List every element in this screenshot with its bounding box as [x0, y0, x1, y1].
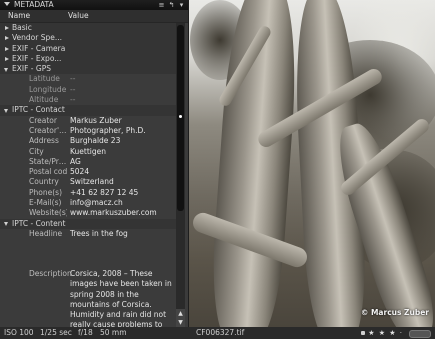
group-label: IPTC - Contact [12, 105, 65, 115]
expand-triangle-icon[interactable] [5, 26, 9, 30]
field-headline[interactable]: Headline Trees in the fog [0, 229, 176, 239]
field-description[interactable]: Description Corsica, 2008 – These images… [0, 269, 176, 327]
field-latitude[interactable]: Latitude -- [0, 74, 176, 84]
field-key: Website(s) [29, 208, 67, 218]
field-key: Description [29, 269, 72, 278]
group-label: Basic [12, 23, 32, 32]
field-value[interactable]: Markus Zuber [70, 116, 122, 126]
field-city[interactable]: City Kuettigen [0, 147, 176, 157]
field-key: City [29, 146, 44, 156]
field-website[interactable]: Website(s) www.markuszuber.com [0, 208, 176, 218]
group-exif-exposure[interactable]: EXIF - Expo... [0, 53, 176, 65]
field-key: State/Pro... [29, 156, 67, 166]
filename: CF006327.tif [196, 328, 245, 337]
group-iptc-content[interactable]: IPTC - Content [0, 218, 176, 229]
field-key: Phone(s) [29, 187, 62, 197]
expand-triangle-icon[interactable] [5, 46, 9, 51]
star-rating[interactable]: ★ ★ ★ · [368, 327, 403, 339]
column-value-header[interactable]: Value [68, 10, 89, 22]
field-creator-title[interactable]: Creator's... Photographer, Ph.D. [0, 126, 176, 136]
field-value[interactable]: Switzerland [70, 177, 114, 187]
arrow-icon[interactable]: ↰ [168, 1, 175, 9]
collapse-triangle-icon[interactable] [4, 222, 8, 227]
group-iptc-contact[interactable]: IPTC - Contact [0, 105, 176, 116]
color-tag[interactable] [409, 330, 431, 338]
field-value[interactable]: Photographer, Ph.D. [70, 126, 146, 136]
photo-watermark: © Marcus Zuber [360, 308, 429, 317]
expand-triangle-icon[interactable] [5, 56, 9, 61]
field-key: E-Mail(s) [29, 198, 62, 208]
status-bar: ISO 100 1/25 sec f/18 50 mm CF006327.tif… [0, 327, 435, 339]
field-value[interactable]: Burghalde 23 [70, 136, 120, 146]
field-value[interactable]: Kuettigen [70, 147, 106, 157]
focal-length-value: 50 mm [100, 328, 127, 337]
field-value[interactable]: -- [70, 74, 75, 84]
field-key: Altitude [29, 95, 59, 105]
metadata-tree: Basic Vendor Spe... EXIF - Camera EXIF -… [0, 23, 176, 327]
field-phone[interactable]: Phone(s) +41 62 827 12 45 [0, 188, 176, 198]
iso-value: ISO 100 [4, 328, 34, 337]
metadata-panel: METADATA ≡ ↰ ▾ Name Value Basic Vendor S… [0, 0, 189, 327]
menu-icon[interactable]: ≡ [158, 1, 165, 9]
rating-indicator [361, 331, 365, 335]
group-label: EXIF - Camera [12, 43, 66, 53]
field-key: Address [29, 136, 59, 146]
chevron-down-icon[interactable]: ▾ [178, 1, 185, 9]
field-creator[interactable]: Creator Markus Zuber [0, 116, 176, 126]
group-basic[interactable]: Basic [0, 23, 176, 34]
scroll-down-arrow-icon[interactable]: ▼ [176, 318, 185, 327]
column-name-header[interactable]: Name [8, 10, 30, 22]
field-value[interactable]: 5024 [70, 167, 89, 177]
scroll-up-arrow-icon[interactable]: ▲ [176, 309, 185, 318]
field-value[interactable]: -- [70, 95, 75, 105]
field-key: Latitude [29, 74, 60, 84]
field-key: Longitude [29, 84, 67, 94]
group-vendor[interactable]: Vendor Spe... [0, 33, 176, 44]
scroll-thumb[interactable] [177, 25, 184, 211]
field-postal-code[interactable]: Postal code5024 [0, 167, 176, 177]
field-state[interactable]: State/Pro... AG [0, 157, 176, 167]
field-email[interactable]: E-Mail(s) info@macz.ch [0, 198, 176, 208]
field-value[interactable]: www.markuszuber.com [70, 208, 157, 218]
field-value[interactable]: -- [70, 85, 75, 95]
scrollbar[interactable]: ▲ ▼ [176, 23, 185, 327]
group-label: EXIF - GPS [12, 64, 51, 74]
field-key: Creator [29, 115, 57, 125]
expand-triangle-icon[interactable] [5, 36, 9, 41]
field-value[interactable]: AG [70, 157, 81, 167]
field-key: Country [29, 177, 59, 187]
group-exif-camera[interactable]: EXIF - Camera [0, 43, 176, 54]
aperture-value: f/18 [78, 328, 93, 337]
panel-title: METADATA [14, 0, 54, 9]
group-label: IPTC - Content [12, 218, 66, 228]
collapse-triangle-icon[interactable] [4, 108, 8, 113]
scroll-marker [179, 115, 182, 118]
group-label: Vendor Spe... [12, 33, 63, 43]
field-value[interactable]: +41 62 827 12 45 [70, 188, 138, 198]
field-key: Headline [29, 228, 63, 238]
field-altitude[interactable]: Altitude -- [0, 95, 176, 105]
field-key: Postal code [29, 167, 67, 177]
field-value[interactable]: info@macz.ch [70, 198, 123, 208]
field-address[interactable]: Address Burghalde 23 [0, 136, 176, 146]
field-value[interactable]: Trees in the fog [70, 229, 128, 239]
panel-header[interactable]: METADATA ≡ ↰ ▾ [0, 0, 188, 10]
field-key: Creator's... [29, 125, 67, 135]
field-longitude[interactable]: Longitude -- [0, 85, 176, 95]
description-value[interactable]: Corsica, 2008 – These images have been t… [70, 269, 174, 327]
group-exif-gps[interactable]: EXIF - GPS [0, 64, 176, 75]
field-country[interactable]: Country Switzerland [0, 177, 176, 187]
collapse-triangle-icon[interactable] [4, 67, 8, 72]
column-header: Name Value [0, 10, 188, 23]
collapse-triangle-icon[interactable] [4, 2, 10, 6]
group-label: EXIF - Expo... [12, 53, 62, 63]
shutter-value: 1/25 sec [40, 328, 72, 337]
